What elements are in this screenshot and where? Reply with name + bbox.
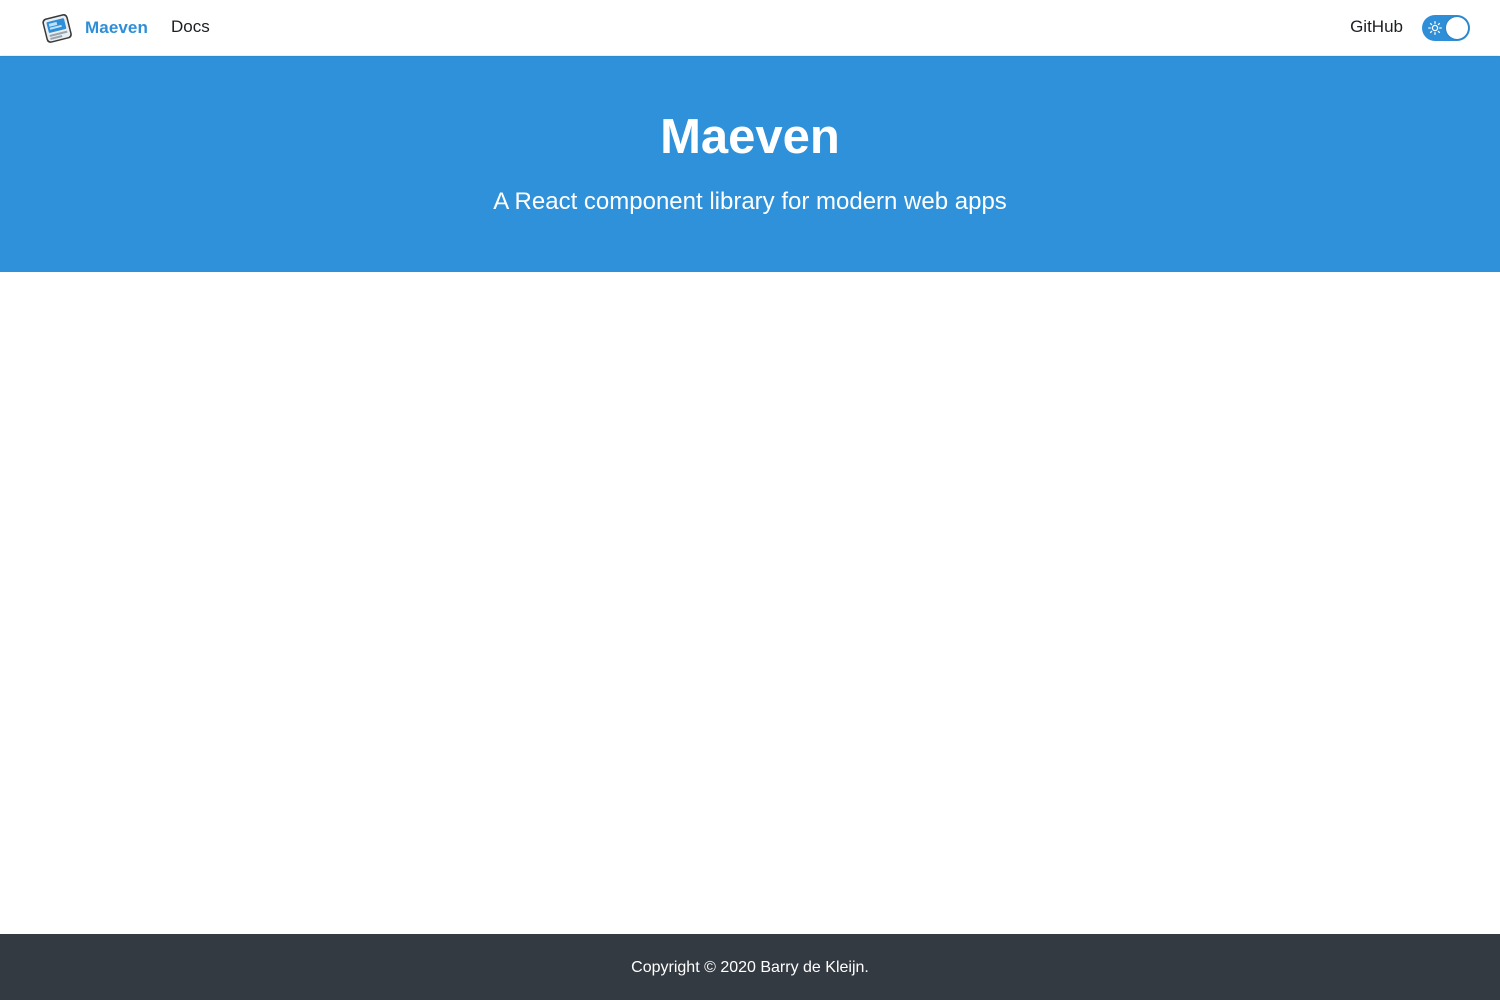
hero-title: Maeven — [660, 110, 840, 164]
theme-toggle[interactable] — [1422, 15, 1470, 41]
hero-banner: Maeven A React component library for mod… — [0, 56, 1500, 272]
nav-link-github[interactable]: GitHub — [1350, 17, 1403, 37]
footer-copyright: Copyright © 2020 Barry de Kleijn. — [631, 959, 869, 976]
brand-link[interactable]: Maeven — [40, 11, 148, 45]
sun-icon — [1428, 21, 1442, 35]
hero-subtitle: A React component library for modern web… — [493, 188, 1007, 215]
maeven-logo-icon — [42, 14, 72, 43]
page: Maeven Docs GitHub Maeven A React compon… — [0, 0, 1500, 1000]
toggle-knob — [1446, 17, 1468, 39]
main-content — [0, 272, 1500, 934]
nav-link-docs[interactable]: Docs — [171, 17, 210, 37]
brand-title: Maeven — [85, 18, 148, 37]
footer: Copyright © 2020 Barry de Kleijn. — [0, 934, 1500, 1000]
navbar: Maeven Docs GitHub — [0, 0, 1500, 55]
